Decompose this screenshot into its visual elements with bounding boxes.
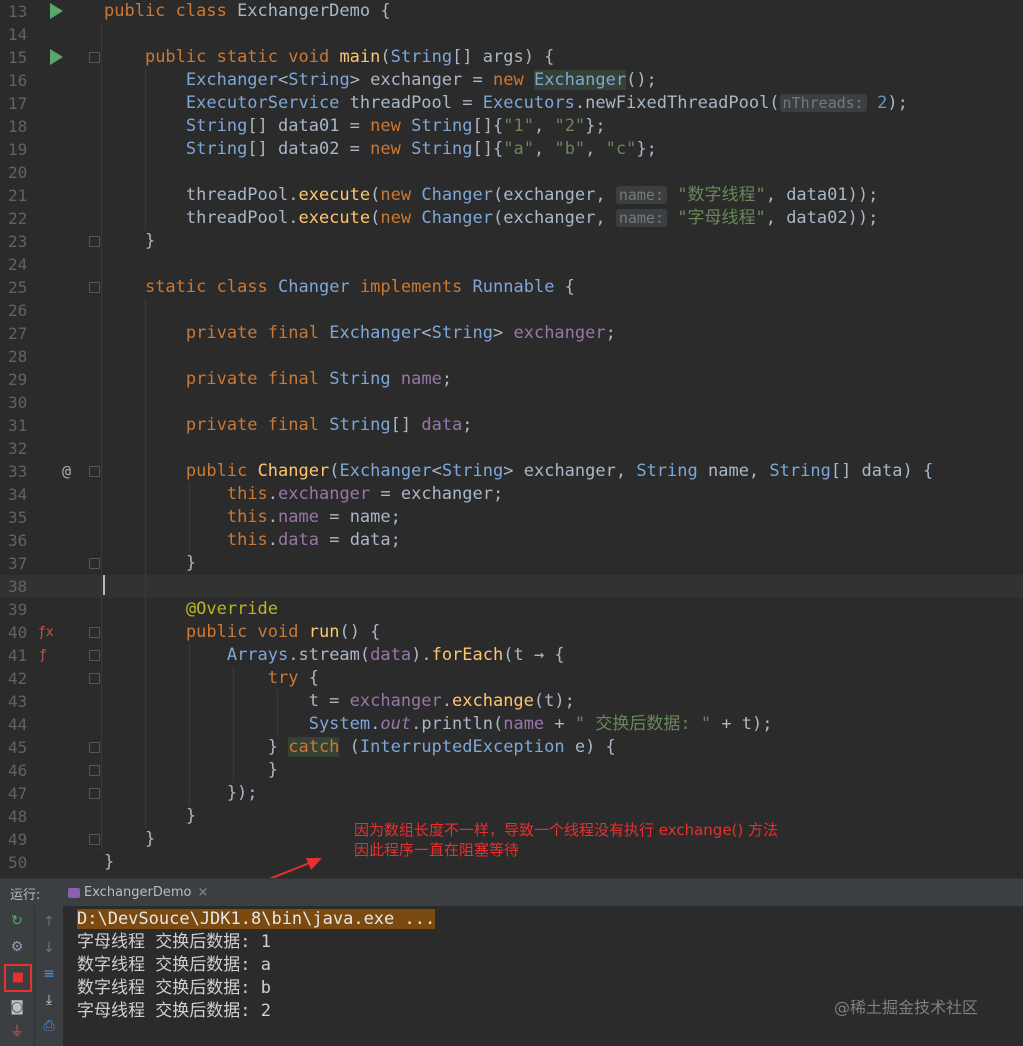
run-tool-window-header: 运行: ExchangerDemo × (0, 878, 1023, 907)
scroll-to-end-icon[interactable]: ⤓ (39, 990, 59, 1010)
plug-icon[interactable]: ⏚ (7, 1022, 27, 1042)
app-icon (68, 887, 80, 898)
stop-icon[interactable]: ■ (8, 968, 28, 988)
run-label: 运行: (10, 888, 41, 903)
console-output-line: 字母线程 交换后数据: 2 (77, 1001, 271, 1021)
console-output-line: 数字线程 交换后数据: b (77, 978, 271, 998)
console-panel[interactable]: ↻ ⚙ ■ ◙ ⏚ ↑ ↓ ≡ ⤓ ⎙ D:\DevSouce\JDK1.8\b… (0, 906, 1023, 1046)
run-tab-title: ExchangerDemo (84, 885, 192, 900)
code-editor[interactable]: 13 public class ExchangerDemo {14 15 publi… (0, 0, 1023, 969)
rerun-icon[interactable]: ↻ (7, 911, 27, 931)
console-command-line: D:\DevSouce\JDK1.8\bin\java.exe ... (77, 909, 436, 929)
console-output-line: 数字线程 交换后数据: a (77, 955, 271, 975)
close-icon[interactable]: × (198, 885, 209, 900)
soft-wrap-icon[interactable]: ≡ (39, 964, 59, 984)
console-toolbar-left: ↻ ⚙ ■ ◙ ⏚ (0, 906, 34, 1046)
console-output-line: 字母线程 交换后数据: 1 (77, 932, 271, 952)
console-toolbar-right: ↑ ↓ ≡ ⤓ ⎙ (34, 906, 63, 1046)
settings-gear-icon[interactable]: ⚙ (7, 937, 27, 957)
watermark: @稀土掘金技术社区 (834, 998, 979, 1017)
camera-icon[interactable]: ◙ (7, 997, 27, 1017)
arrow-up-icon[interactable]: ↑ (39, 912, 59, 932)
arrow-down-icon[interactable]: ↓ (39, 938, 59, 958)
run-tab-exchangerdemo[interactable]: ExchangerDemo × (62, 882, 214, 904)
print-icon[interactable]: ⎙ (39, 1016, 59, 1036)
